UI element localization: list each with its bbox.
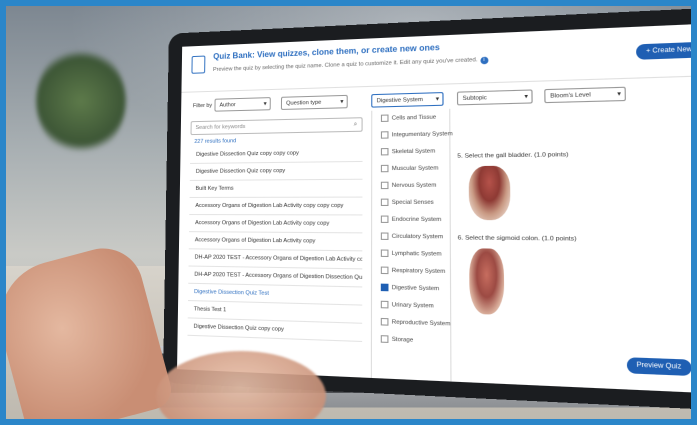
digestive-organ-image[interactable]: [469, 248, 505, 315]
info-icon[interactable]: i: [479, 56, 488, 65]
digestive-organ-image[interactable]: [468, 165, 511, 221]
question-type-value: Question type: [286, 99, 322, 107]
subtopic-select[interactable]: Subtopic ▾: [456, 89, 533, 106]
checkbox[interactable]: [380, 164, 389, 173]
chevron-down-icon: ▾: [435, 96, 440, 103]
checkbox[interactable]: [380, 198, 389, 207]
system-option-label: Urinary System: [391, 302, 434, 310]
search-placeholder: Search for keywords: [195, 123, 246, 132]
quiz-list-panel: Search for keywords ⌕ 227 results found D…: [187, 117, 363, 377]
checkbox[interactable]: [380, 131, 389, 139]
checkbox[interactable]: [380, 283, 389, 292]
checkbox[interactable]: [380, 317, 389, 326]
system-select-value: Digestive System: [376, 96, 424, 105]
checkbox[interactable]: [380, 335, 389, 344]
system-option-label: Respiratory System: [391, 267, 446, 276]
results-count: 227 results found: [194, 138, 237, 145]
chevron-down-icon: ▾: [524, 93, 528, 101]
subtopic-value: Subtopic: [462, 95, 487, 103]
author-select-value: Author: [219, 102, 236, 109]
background-plant: [36, 46, 126, 156]
system-option[interactable]: Digestive System: [372, 279, 450, 298]
system-option-label: Endocrine System: [391, 216, 442, 224]
system-option-label: Nervous System: [391, 182, 437, 190]
system-option[interactable]: Special Senses: [372, 194, 449, 211]
checkbox[interactable]: [380, 300, 389, 309]
system-option-label: Muscular System: [391, 165, 439, 173]
laptop-screen: Quiz Bank: View quizzes, clone them, or …: [177, 22, 691, 395]
system-option[interactable]: Respiratory System: [372, 262, 450, 281]
search-icon[interactable]: ⌕: [354, 118, 358, 131]
system-dropdown-list: Cells and Tissue Integumentary System Skel…: [370, 108, 453, 382]
system-option-label: Integumentary System: [391, 131, 453, 139]
chevron-down-icon: ▾: [340, 99, 344, 106]
quiz-list-item[interactable]: Built Key Terms: [189, 179, 363, 198]
system-option[interactable]: Integumentary System: [372, 126, 453, 144]
system-option-label: Reproductive System: [391, 319, 451, 328]
checkbox[interactable]: [380, 114, 389, 123]
preview-quiz-button[interactable]: Preview Quiz: [626, 357, 691, 376]
system-option[interactable]: Muscular System: [372, 160, 449, 178]
blooms-level-select[interactable]: Bloom's Level ▾: [544, 86, 626, 104]
question-preview-panel: 5. Select the gall bladder. (1.0 points)…: [457, 109, 691, 394]
system-option-label: Skeletal System: [391, 148, 436, 156]
checkbox[interactable]: [380, 181, 389, 190]
chevron-down-icon: ▾: [617, 91, 622, 98]
question-text: 5. Select the gall bladder. (1.0 points): [457, 151, 569, 160]
system-option[interactable]: Nervous System: [372, 177, 449, 194]
quiz-list-item[interactable]: Digestive Dissection Quiz copy copy: [189, 161, 363, 181]
author-select[interactable]: Author ▾: [214, 97, 271, 112]
quiz-list-item[interactable]: Accessory Organs of Digestion Lab Activi…: [189, 197, 363, 216]
photo-frame: Quiz Bank: View quizzes, clone them, or …: [6, 6, 691, 419]
checkbox[interactable]: [380, 266, 389, 275]
filter-label: Filter by: [192, 102, 213, 110]
quiz-bank-header: Quiz Bank: View quizzes, clone them, or …: [181, 22, 691, 93]
system-option-label: Circulatory System: [391, 233, 444, 241]
create-new-quiz-button[interactable]: + Create New Quiz: [636, 41, 691, 60]
page-title: Quiz Bank: View quizzes, clone them, or …: [213, 42, 440, 62]
quiz-list-item[interactable]: Digestive Dissection Quiz copy copy copy: [190, 144, 363, 164]
system-select[interactable]: Digestive System ▾: [371, 92, 444, 108]
system-option[interactable]: Cells and Tissue: [372, 109, 449, 128]
system-option-label: Storage: [391, 336, 414, 344]
system-option[interactable]: Lymphatic System: [372, 245, 450, 263]
quiz-list: Digestive Dissection Quiz copy copy copy…: [187, 144, 363, 343]
search-input[interactable]: Search for keywords ⌕: [190, 117, 363, 136]
system-options: Cells and Tissue Integumentary System Skel…: [372, 109, 453, 351]
system-option[interactable]: Urinary System: [372, 296, 450, 315]
checkbox[interactable]: [380, 232, 389, 241]
document-icon: [191, 55, 206, 74]
quiz-list-item[interactable]: Accessory Organs of Digestion Lab Activi…: [188, 232, 363, 252]
checkbox[interactable]: [380, 148, 389, 156]
checkbox[interactable]: [380, 249, 389, 258]
blooms-level-value: Bloom's Level: [550, 92, 591, 100]
system-option[interactable]: Endocrine System: [372, 211, 450, 228]
system-option-label: Cells and Tissue: [391, 114, 437, 122]
system-option[interactable]: Circulatory System: [372, 228, 450, 246]
system-option-label: Lymphatic System: [391, 250, 442, 258]
system-option-label: Digestive System: [391, 284, 440, 293]
chevron-down-icon: ▾: [263, 101, 267, 108]
system-option[interactable]: Storage: [372, 331, 450, 351]
system-option-label: Special Senses: [391, 199, 434, 206]
quiz-list-item[interactable]: Accessory Organs of Digestion Lab Activi…: [189, 215, 363, 234]
system-option[interactable]: Skeletal System: [372, 143, 449, 161]
question-type-select[interactable]: Question type ▾: [280, 94, 348, 110]
question-text: 6. Select the sigmoid colon. (1.0 points…: [457, 235, 577, 243]
checkbox[interactable]: [380, 215, 389, 224]
